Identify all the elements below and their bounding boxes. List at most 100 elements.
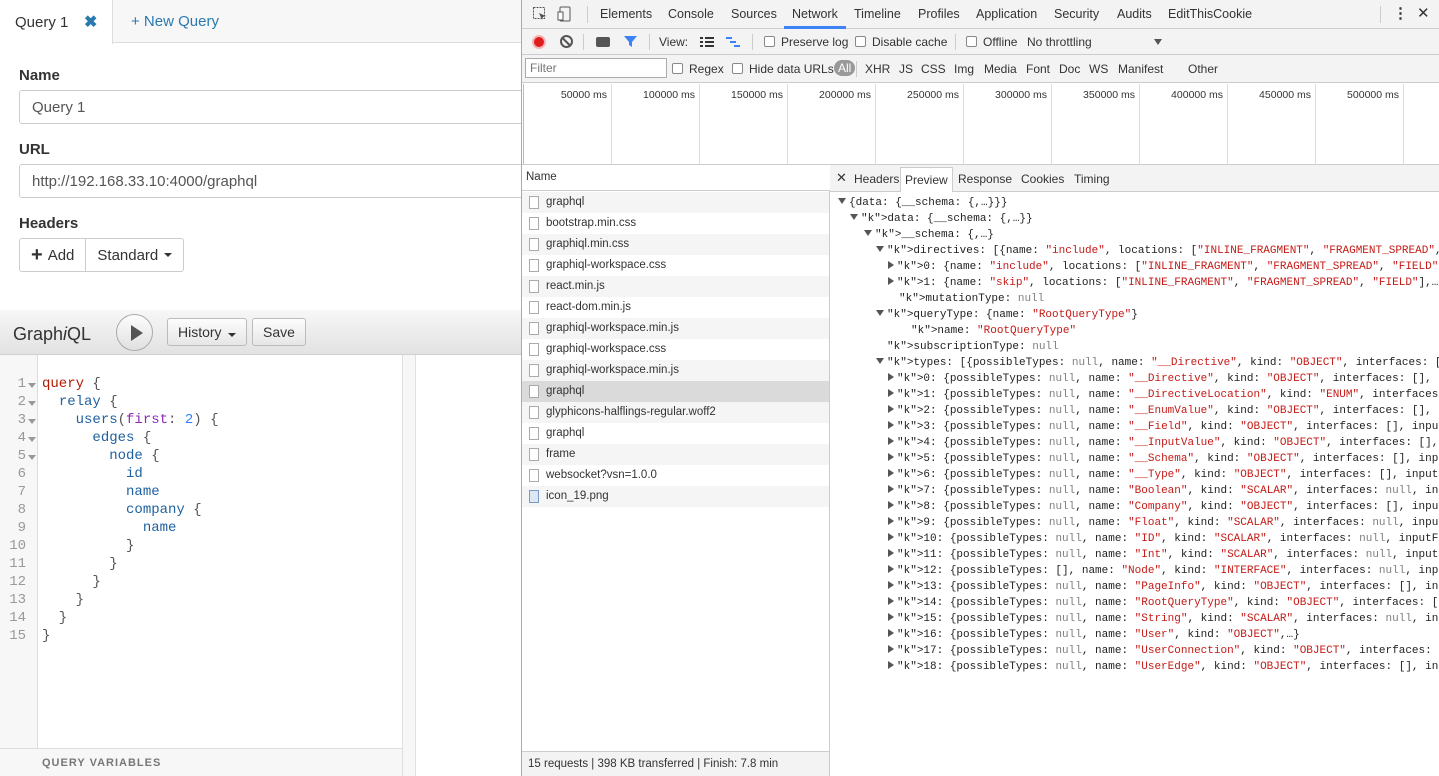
tab-security[interactable]: Security bbox=[1054, 7, 1099, 21]
preview-tree-line[interactable]: "k">10: {possibleTypes: null, name: "ID"… bbox=[888, 533, 1439, 549]
tab-console[interactable]: Console bbox=[668, 7, 714, 21]
editor-line[interactable]: 7 name bbox=[0, 484, 400, 502]
dropdown-arrow-icon[interactable] bbox=[1154, 39, 1162, 45]
request-row[interactable]: graphql bbox=[522, 381, 829, 402]
expanded-triangle-icon[interactable] bbox=[876, 246, 884, 252]
request-row[interactable]: bootstrap.min.css bbox=[522, 213, 829, 234]
request-row[interactable]: frame bbox=[522, 444, 829, 465]
expanded-triangle-icon[interactable] bbox=[876, 358, 884, 364]
preview-tree-line[interactable]: "k">5: {possibleTypes: null, name: "__Sc… bbox=[888, 453, 1439, 469]
filter-type-manifest[interactable]: Manifest bbox=[1118, 62, 1163, 76]
collapsed-triangle-icon[interactable] bbox=[888, 565, 894, 573]
hide-data-urls-checkbox[interactable] bbox=[732, 63, 743, 74]
editor-line[interactable]: 14 } bbox=[0, 610, 400, 628]
collapsed-triangle-icon[interactable] bbox=[888, 261, 894, 269]
close-icon[interactable]: ✖ bbox=[84, 12, 97, 32]
fold-arrow-icon[interactable] bbox=[28, 401, 36, 406]
fold-arrow-icon[interactable] bbox=[28, 383, 36, 388]
history-button[interactable]: History bbox=[167, 318, 247, 346]
request-row[interactable]: graphiql.min.css bbox=[522, 234, 829, 255]
collapsed-triangle-icon[interactable] bbox=[888, 613, 894, 621]
request-row[interactable]: graphiql-workspace.min.js bbox=[522, 318, 829, 339]
query-variables-bar[interactable]: QUERY VARIABLES bbox=[0, 748, 402, 776]
collapsed-triangle-icon[interactable] bbox=[888, 453, 894, 461]
request-row[interactable]: react.min.js bbox=[522, 276, 829, 297]
capture-screenshots-icon[interactable] bbox=[596, 37, 610, 47]
collapsed-triangle-icon[interactable] bbox=[888, 485, 894, 493]
more-menu-icon[interactable]: ⋮ bbox=[1393, 4, 1408, 22]
filter-type-font[interactable]: Font bbox=[1026, 62, 1050, 76]
preview-tree-line[interactable]: "k">16: {possibleTypes: null, name: "Use… bbox=[888, 629, 1300, 645]
filter-type-ws[interactable]: WS bbox=[1089, 62, 1108, 76]
preview-tree-line[interactable]: {data: {__schema: {,…}}} bbox=[838, 197, 1007, 213]
preview-tree-line[interactable]: "k">13: {possibleTypes: null, name: "Pag… bbox=[888, 581, 1439, 597]
waterfall-icon[interactable] bbox=[725, 35, 741, 49]
preview-tree-line[interactable]: "k">17: {possibleTypes: null, name: "Use… bbox=[888, 645, 1439, 661]
preserve-log-checkbox[interactable] bbox=[764, 36, 775, 47]
tab-elements[interactable]: Elements bbox=[600, 7, 652, 21]
tab-query-1[interactable]: Query 1 ✖ bbox=[0, 0, 113, 44]
collapsed-triangle-icon[interactable] bbox=[888, 597, 894, 605]
close-icon[interactable]: ✕ bbox=[1417, 4, 1430, 22]
preview-tree-line[interactable]: "k">3: {possibleTypes: null, name: "__Fi… bbox=[888, 421, 1439, 437]
filter-input[interactable] bbox=[525, 58, 667, 78]
request-row[interactable]: graphiql-workspace.min.js bbox=[522, 360, 829, 381]
detail-tab-cookies[interactable]: Cookies bbox=[1021, 172, 1064, 186]
preview-tree-line[interactable]: "k">18: {possibleTypes: null, name: "Use… bbox=[888, 661, 1439, 677]
tab-editthiscookie[interactable]: EditThisCookie bbox=[1168, 7, 1252, 21]
preview-tree-line[interactable]: "k">7: {possibleTypes: null, name: "Bool… bbox=[888, 485, 1439, 501]
collapsed-triangle-icon[interactable] bbox=[888, 437, 894, 445]
editor-line[interactable]: 13 } bbox=[0, 592, 400, 610]
detail-tab-headers[interactable]: Headers bbox=[854, 172, 899, 186]
editor-line[interactable]: 1 query { bbox=[0, 376, 400, 394]
tab-application[interactable]: Application bbox=[976, 7, 1037, 21]
detail-tab-timing[interactable]: Timing bbox=[1074, 172, 1110, 186]
expanded-triangle-icon[interactable] bbox=[864, 230, 872, 236]
collapsed-triangle-icon[interactable] bbox=[888, 373, 894, 381]
tab-sources[interactable]: Sources bbox=[731, 7, 777, 21]
editor-line[interactable]: 4 edges { bbox=[0, 430, 400, 448]
preview-tree-line[interactable]: "k">__schema: {,…} bbox=[864, 229, 994, 245]
detail-tab-preview[interactable]: Preview bbox=[900, 167, 953, 192]
detail-tab-response[interactable]: Response bbox=[958, 172, 1012, 186]
expanded-triangle-icon[interactable] bbox=[876, 310, 884, 316]
preview-tree-line[interactable]: "k">types: [{possibleTypes: null, name: … bbox=[876, 357, 1439, 373]
editor-line[interactable]: 11 } bbox=[0, 556, 400, 574]
editor-line[interactable]: 2 relay { bbox=[0, 394, 400, 412]
preview-tree-line[interactable]: "k">data: {__schema: {,…}} bbox=[850, 213, 1033, 229]
name-column-header[interactable]: Name bbox=[522, 165, 830, 191]
expanded-triangle-icon[interactable] bbox=[838, 198, 846, 204]
preview-tree-line[interactable]: "k">4: {possibleTypes: null, name: "__In… bbox=[888, 437, 1439, 453]
filter-type-media[interactable]: Media bbox=[984, 62, 1017, 76]
preview-tree-line[interactable]: "k">14: {possibleTypes: null, name: "Roo… bbox=[888, 597, 1439, 613]
request-row[interactable]: icon_19.png bbox=[522, 486, 829, 507]
editor-line[interactable]: 5 node { bbox=[0, 448, 400, 466]
preview-tree-line[interactable]: "k">2: {possibleTypes: null, name: "__En… bbox=[888, 405, 1439, 421]
offline-checkbox[interactable] bbox=[966, 36, 977, 47]
tab-profiles[interactable]: Profiles bbox=[918, 7, 960, 21]
inspect-icon[interactable] bbox=[532, 6, 548, 22]
preview-tree-line[interactable]: "k">1: {name: "skip", locations: ["INLIN… bbox=[888, 277, 1439, 293]
request-row[interactable]: glyphicons-halflings-regular.woff2 bbox=[522, 402, 829, 423]
clear-icon[interactable] bbox=[560, 35, 573, 48]
request-row[interactable]: websocket?vsn=1.0.0 bbox=[522, 465, 829, 486]
editor-line[interactable]: 10 } bbox=[0, 538, 400, 556]
url-field[interactable] bbox=[19, 164, 521, 198]
collapsed-triangle-icon[interactable] bbox=[888, 405, 894, 413]
editor-line[interactable]: 6 id bbox=[0, 466, 400, 484]
request-row[interactable]: graphiql-workspace.css bbox=[522, 339, 829, 360]
collapsed-triangle-icon[interactable] bbox=[888, 581, 894, 589]
request-row[interactable]: graphql bbox=[522, 192, 829, 213]
filter-type-js[interactable]: JS bbox=[899, 62, 913, 76]
filter-type-css[interactable]: CSS bbox=[921, 62, 946, 76]
tab-network[interactable]: Network bbox=[792, 7, 838, 21]
preview-tree-line[interactable]: "k">9: {possibleTypes: null, name: "Floa… bbox=[888, 517, 1439, 533]
request-row[interactable]: react-dom.min.js bbox=[522, 297, 829, 318]
query-editor[interactable]: 1 query {2 relay {3 users(first: 2) {4 ed… bbox=[0, 355, 402, 748]
collapsed-triangle-icon[interactable] bbox=[888, 533, 894, 541]
collapsed-triangle-icon[interactable] bbox=[888, 277, 894, 285]
preview-tree-line[interactable]: "k">0: {name: "include", locations: ["IN… bbox=[888, 261, 1439, 277]
standard-dropdown[interactable]: Standard bbox=[85, 238, 185, 272]
throttling-select[interactable]: No throttling bbox=[1027, 35, 1092, 49]
preview-tree-line[interactable]: "k">queryType: {name: "RootQueryType"} bbox=[876, 309, 1138, 325]
